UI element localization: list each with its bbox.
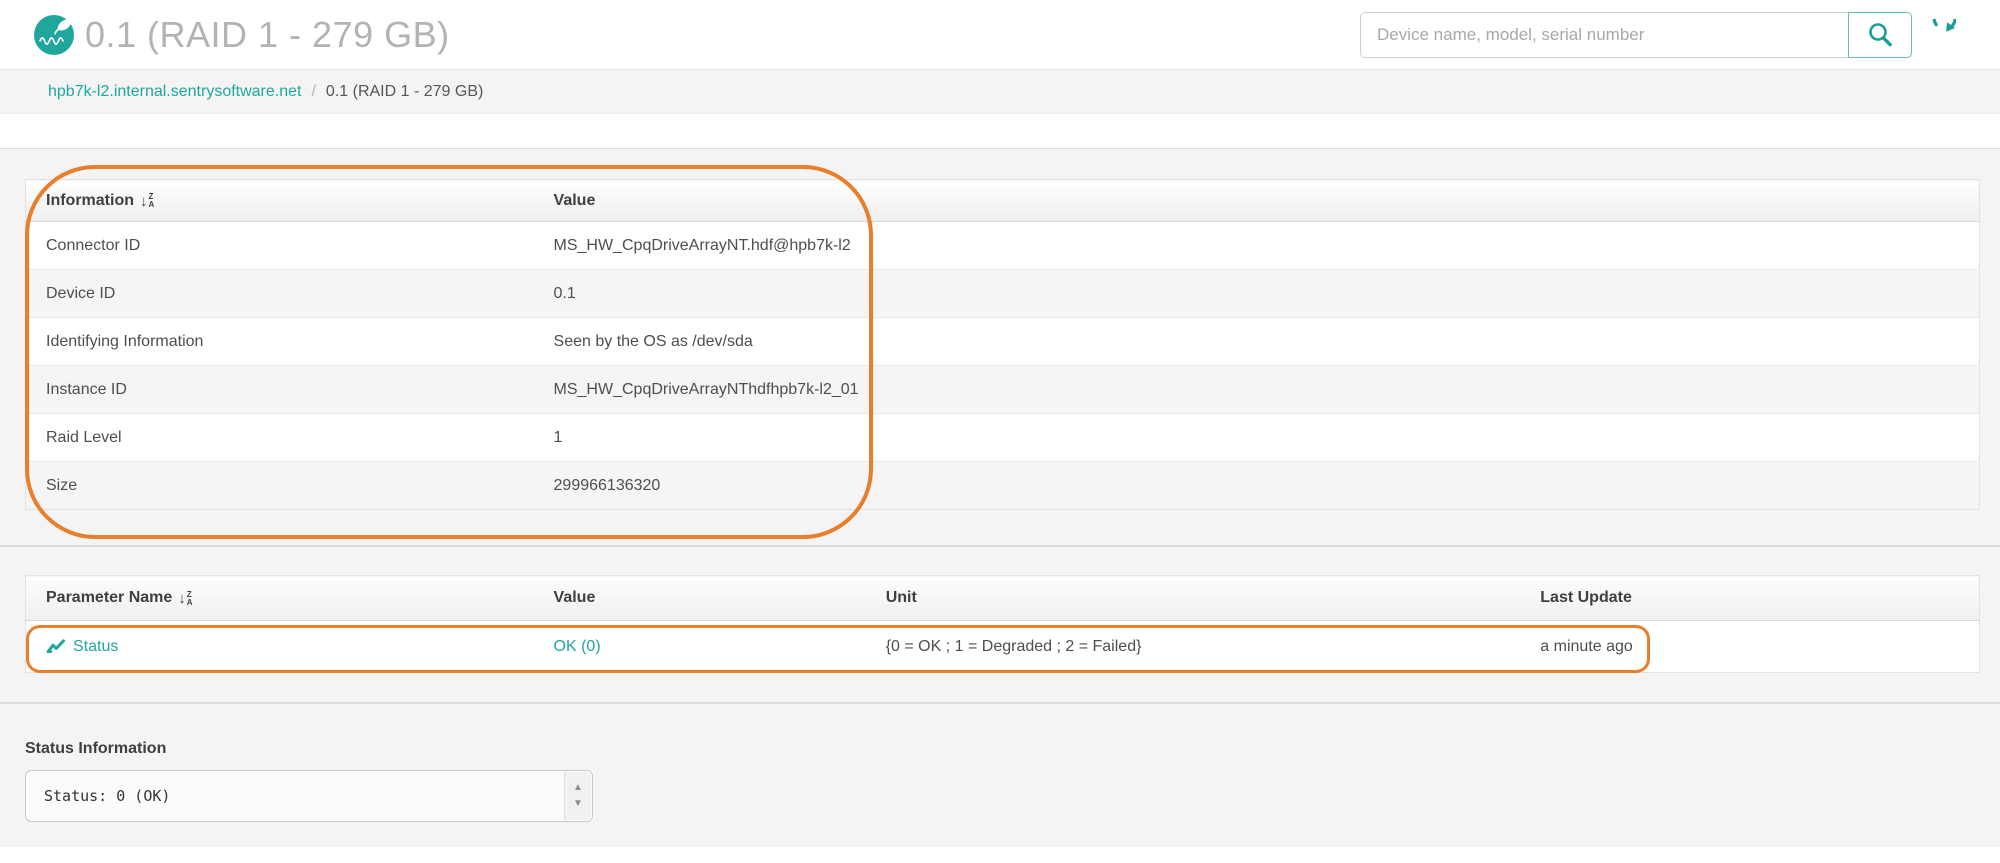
column-header-parameter-name[interactable]: Parameter Name ↓ Z A [25, 575, 534, 621]
parameter-row-status: Status OK (0) {0 = OK ; 1 = Degraded ; 2… [26, 621, 1980, 673]
main-content: Information ↓ Z A Value Connector ID MS_HW_… [0, 148, 2000, 847]
info-value: 299966136320 [553, 476, 661, 494]
breadcrumb-separator: / [311, 82, 316, 100]
info-value: 1 [553, 428, 563, 446]
top-bar: 0.1 (RAID 1 - 279 GB) [0, 0, 2000, 70]
info-value: MS_HW_CpqDriveArrayNT.hdf@hpb7k-l2 [553, 236, 851, 254]
refresh-button[interactable] [1920, 12, 1960, 58]
column-header-label: Information [46, 191, 134, 209]
search-icon [1869, 22, 1893, 47]
info-label: Device ID [46, 284, 116, 302]
section-divider [0, 702, 2000, 704]
column-header-value[interactable]: Value [533, 575, 866, 621]
device-information-table: Information ↓ Z A Value Connector ID MS_HW_… [25, 179, 1980, 510]
column-header-last-update[interactable]: Last Update [1520, 575, 1980, 621]
chart-line-icon [46, 639, 65, 653]
column-header-unit[interactable]: Unit [865, 575, 1521, 621]
brand: 0.1 (RAID 1 - 279 GB) [33, 14, 450, 56]
status-parameter-link[interactable]: Status [73, 638, 118, 656]
table-row: Raid Level 1 [25, 413, 1980, 462]
breadcrumb-current: 0.1 (RAID 1 - 279 GB) [325, 82, 484, 100]
status-information-text: Status: 0 (OK) [44, 787, 171, 805]
table-row: Device ID 0.1 [25, 269, 1980, 318]
info-value: Seen by the OS as /dev/sda [553, 332, 753, 350]
column-header-label: Unit [885, 589, 917, 606]
status-information-box[interactable]: Status: 0 (OK) ▲ ▼ [25, 770, 593, 822]
app-logo-icon [34, 14, 74, 55]
table-row: Identifying Information Seen by the OS a… [25, 317, 1980, 366]
breadcrumb: hpb7k-l2.internal.sentrysoftware.net / 0… [0, 70, 2000, 114]
scroll-up-icon[interactable]: ▲ [573, 783, 583, 793]
info-value: 0.1 [553, 284, 576, 302]
info-label: Size [46, 476, 78, 494]
status-unit: {0 = OK ; 1 = Degraded ; 2 = Failed} [885, 637, 1142, 655]
column-header-label: Parameter Name [46, 589, 173, 606]
column-header-information[interactable]: Information ↓ Z A [25, 179, 534, 222]
section-divider [0, 545, 2000, 547]
table-row: Instance ID MS_HW_CpqDriveArrayNThdfhpb7… [25, 365, 1980, 414]
parameters-table: Parameter Name ↓ Z A Value Unit Last Update [25, 575, 1980, 673]
sort-alpha-icon: ↓ Z A [140, 192, 155, 210]
column-header-label: Value [553, 589, 596, 606]
breadcrumb-host-link[interactable]: hpb7k-l2.internal.sentrysoftware.net [48, 83, 301, 101]
status-information-label: Status Information [25, 740, 167, 757]
search-button[interactable] [1848, 11, 1912, 58]
column-header-value[interactable]: Value [533, 179, 1980, 222]
column-header-label: Last Update [1540, 589, 1632, 606]
info-label: Raid Level [46, 428, 122, 446]
scrollbar[interactable]: ▲ ▼ [564, 772, 591, 820]
info-value: MS_HW_CpqDriveArrayNThdfhpb7k-l2_01 [553, 380, 859, 398]
info-label: Identifying Information [46, 332, 204, 350]
table-header-row: Parameter Name ↓ Z A Value Unit Last Update [25, 575, 1980, 621]
column-header-label: Value [553, 191, 596, 209]
status-last-update: a minute ago [1540, 637, 1633, 655]
scroll-down-icon[interactable]: ▼ [573, 799, 583, 809]
search-input[interactable] [1360, 11, 1848, 58]
table-row: Size 299966136320 [25, 461, 1980, 510]
table-row: Connector ID MS_HW_CpqDriveArrayNT.hdf@h… [26, 222, 1980, 270]
info-label: Instance ID [46, 380, 127, 398]
search-area [1360, 11, 1960, 58]
sort-alpha-icon: ↓ Z A [178, 589, 193, 607]
refresh-icon [1932, 18, 1956, 32]
table-header-row: Information ↓ Z A Value [25, 179, 1980, 222]
spacer [0, 114, 2000, 148]
status-value-link[interactable]: OK (0) [554, 638, 601, 655]
info-label: Connector ID [46, 236, 141, 254]
page-title: 0.1 (RAID 1 - 279 GB) [85, 13, 450, 55]
